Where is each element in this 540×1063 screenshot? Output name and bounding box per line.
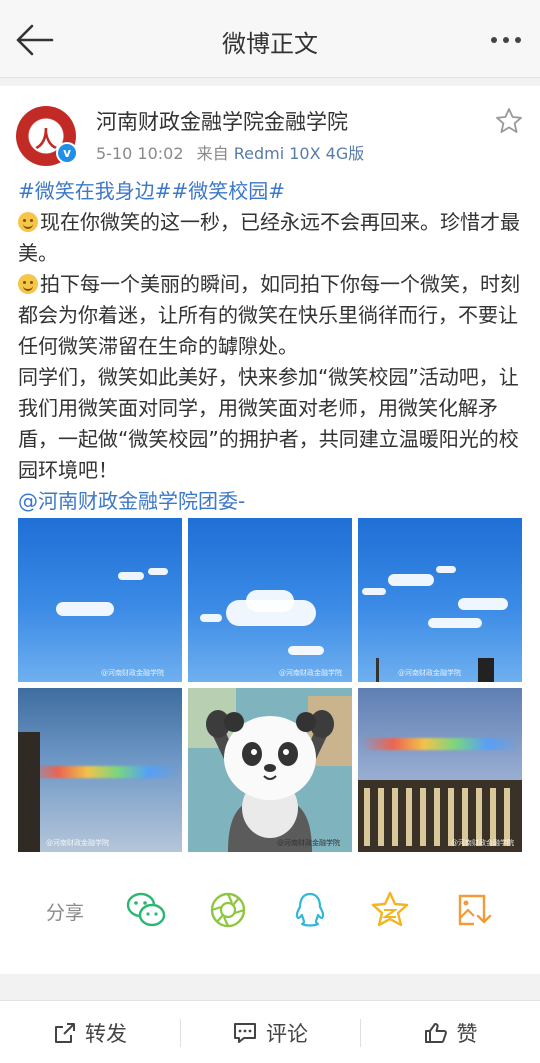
post-time: 5-10 10:02: [96, 144, 184, 163]
top-bar: 微博正文: [0, 0, 540, 78]
thumbs-up-icon: [424, 1022, 447, 1043]
photo-watermark: @河南财政金融学院: [279, 669, 342, 677]
like-button[interactable]: 赞: [360, 1001, 540, 1063]
photo-thumbnail-sky-2[interactable]: @河南财政金融学院: [188, 518, 352, 682]
star-icon[interactable]: [494, 106, 524, 136]
like-label: 赞: [456, 1021, 478, 1046]
smile-emoji-icon: [18, 274, 38, 294]
page-title: 微博正文: [222, 30, 318, 58]
photo-watermark: @河南财政金融学院: [277, 839, 340, 847]
author-name[interactable]: 河南财政金融学院金融学院: [96, 106, 348, 136]
repost-icon: [55, 1022, 75, 1043]
photo-watermark: @河南财政金融学院: [101, 669, 164, 677]
post-paragraph-3: 同学们，微笑如此美好，快来参加“微笑校园”活动吧，让我们用微笑面对同学，用微笑面…: [18, 365, 519, 482]
photo-watermark: @河南财政金融学院: [398, 669, 461, 677]
moments-icon[interactable]: [206, 888, 250, 932]
share-bar: 分享: [0, 870, 540, 954]
save-image-icon[interactable]: [450, 888, 494, 932]
photo-watermark: @河南财政金融学院: [451, 839, 514, 847]
repost-label: 转发: [85, 1021, 127, 1046]
post-paragraph-1: 现在你微笑的这一秒，已经永远不会再回来。珍惜才最美。: [18, 207, 524, 269]
repost-button[interactable]: 转发: [0, 1001, 180, 1063]
post-meta: 5-10 10:02 来自 Redmi 10X 4G版: [96, 140, 364, 164]
avatar-logo-mark: 人: [35, 127, 58, 153]
more-dots-icon[interactable]: [486, 22, 526, 58]
verified-badge-icon: v: [56, 142, 78, 164]
share-label: 分享: [46, 902, 85, 924]
mention-link[interactable]: @河南财政金融学院团委-: [18, 486, 524, 517]
post-card: 人 v 河南财政金融学院金融学院 5-10 10:02 来自 Redmi 10X…: [0, 86, 540, 974]
post-source[interactable]: Redmi 10X 4G版: [234, 144, 365, 163]
paragraph-1-text: 现在你微笑的这一秒，已经永远不会再回来。珍惜才最美。: [18, 210, 520, 265]
wechat-icon[interactable]: [124, 888, 168, 932]
photo-watermark: @河南财政金融学院: [46, 839, 109, 847]
paragraph-2-text: 拍下每一个美丽的瞬间，如同拍下你每一个微笑，时刻都会为你着迷，让所有的微笑在快乐…: [18, 272, 520, 358]
comment-icon: [234, 1022, 256, 1043]
bottom-action-bar: 转发 评论 赞: [0, 1000, 540, 1063]
source-prefix: 来自: [196, 144, 229, 163]
photo-thumbnail-sky-1[interactable]: @河南财政金融学院: [18, 518, 182, 682]
photo-thumbnail-rainbow-1[interactable]: @河南财政金融学院: [18, 688, 182, 852]
smile-emoji-icon: [18, 212, 38, 232]
hashtags[interactable]: #微笑在我身边##微笑校园#: [18, 176, 524, 207]
post-body: #微笑在我身边##微笑校园# 现在你微笑的这一秒，已经永远不会再回来。珍惜才最美…: [18, 176, 524, 517]
photo-thumbnail-rainbow-2[interactable]: @河南财政金融学院: [358, 688, 522, 852]
comment-label: 评论: [266, 1021, 308, 1046]
qq-icon[interactable]: [288, 888, 332, 932]
photo-thumbnail-panda[interactable]: @河南财政金融学院: [188, 688, 352, 852]
photo-grid: @河南财政金融学院 @河南财政金融学院 @河南财政金融学院 @河南财政金融学院: [18, 518, 522, 852]
post-paragraph-2: 拍下每一个美丽的瞬间，如同拍下你每一个微笑，时刻都会为你着迷，让所有的微笑在快乐…: [18, 269, 524, 362]
qzone-icon[interactable]: [368, 888, 412, 932]
photo-thumbnail-sky-3[interactable]: @河南财政金融学院: [358, 518, 522, 682]
comment-button[interactable]: 评论: [180, 1001, 360, 1063]
